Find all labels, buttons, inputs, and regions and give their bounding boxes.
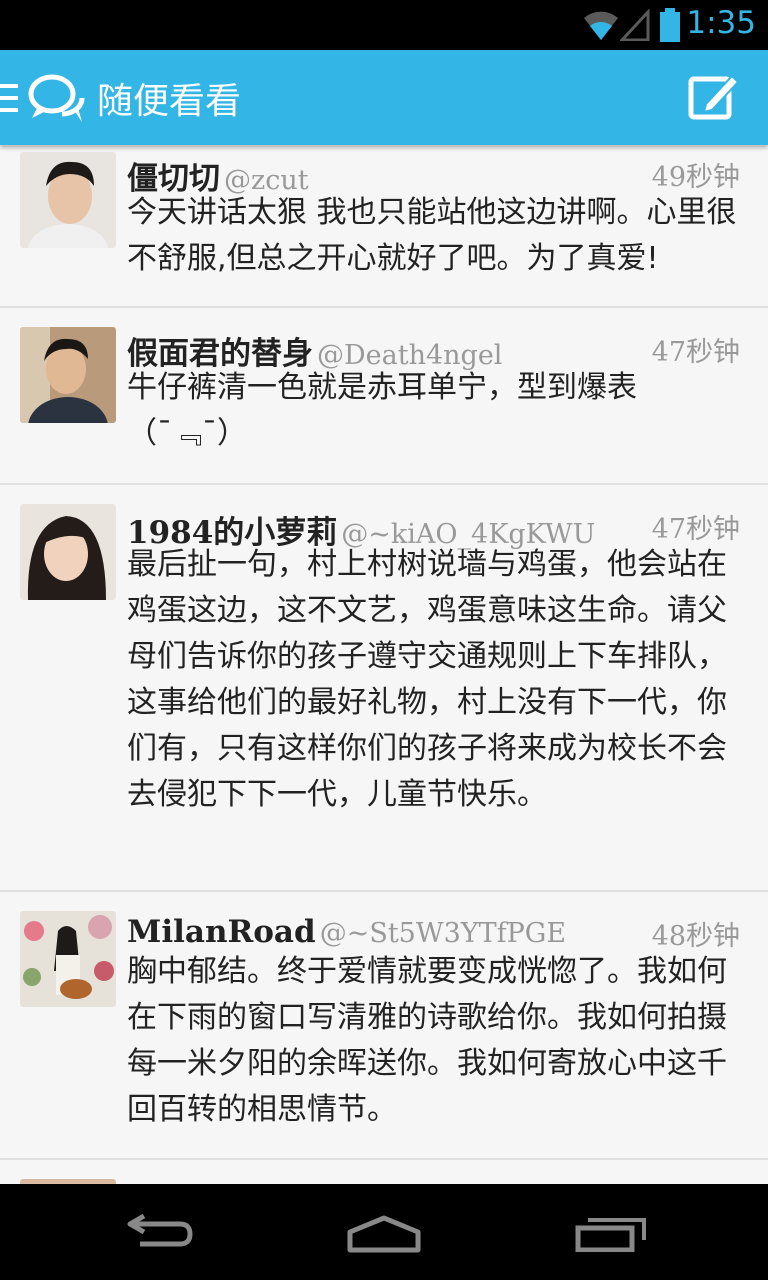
action-bar: 随便看看 <box>0 50 768 145</box>
feed-item[interactable]: 1984的小萝莉 @~kiAO_4KgKWU 47秒钟 最后扯一句，村上村树说墙与… <box>0 485 768 892</box>
wifi-icon <box>583 9 619 45</box>
post-text: 胸中郁结。终于爱情就要变成恍惚了。我如何在下雨的窗口写清雅的诗歌给你。我如何拍摄… <box>127 954 727 1127</box>
recent-apps-icon[interactable] <box>574 1216 648 1256</box>
post-text: 牛仔裤清一色就是赤耳单宁，型到爆表（¯﹃¯） <box>127 370 637 451</box>
timeline-feed[interactable]: 僵切切 @zcut 49秒钟 今天讲话太狠 我也只能站他这边讲啊。心里很不舒服,但… <box>0 145 768 1185</box>
back-icon[interactable] <box>120 1210 196 1254</box>
avatar[interactable] <box>20 911 116 1007</box>
post-text: 最后扯一句，村上村树说墙与鸡蛋，他会站在鸡蛋这边，这不文艺，鸡蛋意味这生命。请父… <box>127 547 727 812</box>
post-timestamp: 47秒钟 <box>651 337 740 368</box>
feed-item[interactable]: 假面君的替身 @Death4ngel 47秒钟 牛仔裤清一色就是赤耳单宁，型到爆表… <box>0 308 768 485</box>
page-title: 随便看看 <box>97 81 242 122</box>
feed-item[interactable]: MilanRoad @~St5W3YTfPGE 48秒钟 胸中郁结。终于爱情就要变… <box>0 892 768 1160</box>
menu-icon[interactable] <box>0 84 20 116</box>
signal-icon <box>618 8 650 45</box>
post-text: 今天讲话太狠 我也只能站他这边讲啊。心里很不舒服,但总之开心就好了吧。为了真爱! <box>127 195 737 276</box>
chat-bubbles-icon[interactable] <box>28 72 86 128</box>
navigation-bar <box>0 1184 768 1280</box>
post-timestamp: 49秒钟 <box>651 162 740 193</box>
status-clock: 1:35 <box>686 5 756 41</box>
feed-item[interactable]: 僵切切 @zcut 49秒钟 今天讲话太狠 我也只能站他这边讲啊。心里很不舒服,但… <box>0 145 768 308</box>
compose-icon[interactable] <box>688 72 740 126</box>
feed-item[interactable] <box>0 1160 768 1185</box>
status-bar: 1:35 <box>0 0 768 50</box>
avatar[interactable] <box>20 504 116 600</box>
battery-icon <box>659 8 681 46</box>
post-timestamp: 47秒钟 <box>651 514 740 545</box>
home-icon[interactable] <box>346 1214 422 1258</box>
username-text[interactable]: MilanRoad <box>127 914 316 950</box>
avatar[interactable] <box>20 327 116 423</box>
avatar[interactable] <box>20 152 116 248</box>
user-handle[interactable]: @~St5W3YTfPGE <box>320 918 566 949</box>
feed-username[interactable]: MilanRoad @~St5W3YTfPGE <box>127 914 566 950</box>
post-timestamp: 48秒钟 <box>651 921 740 952</box>
